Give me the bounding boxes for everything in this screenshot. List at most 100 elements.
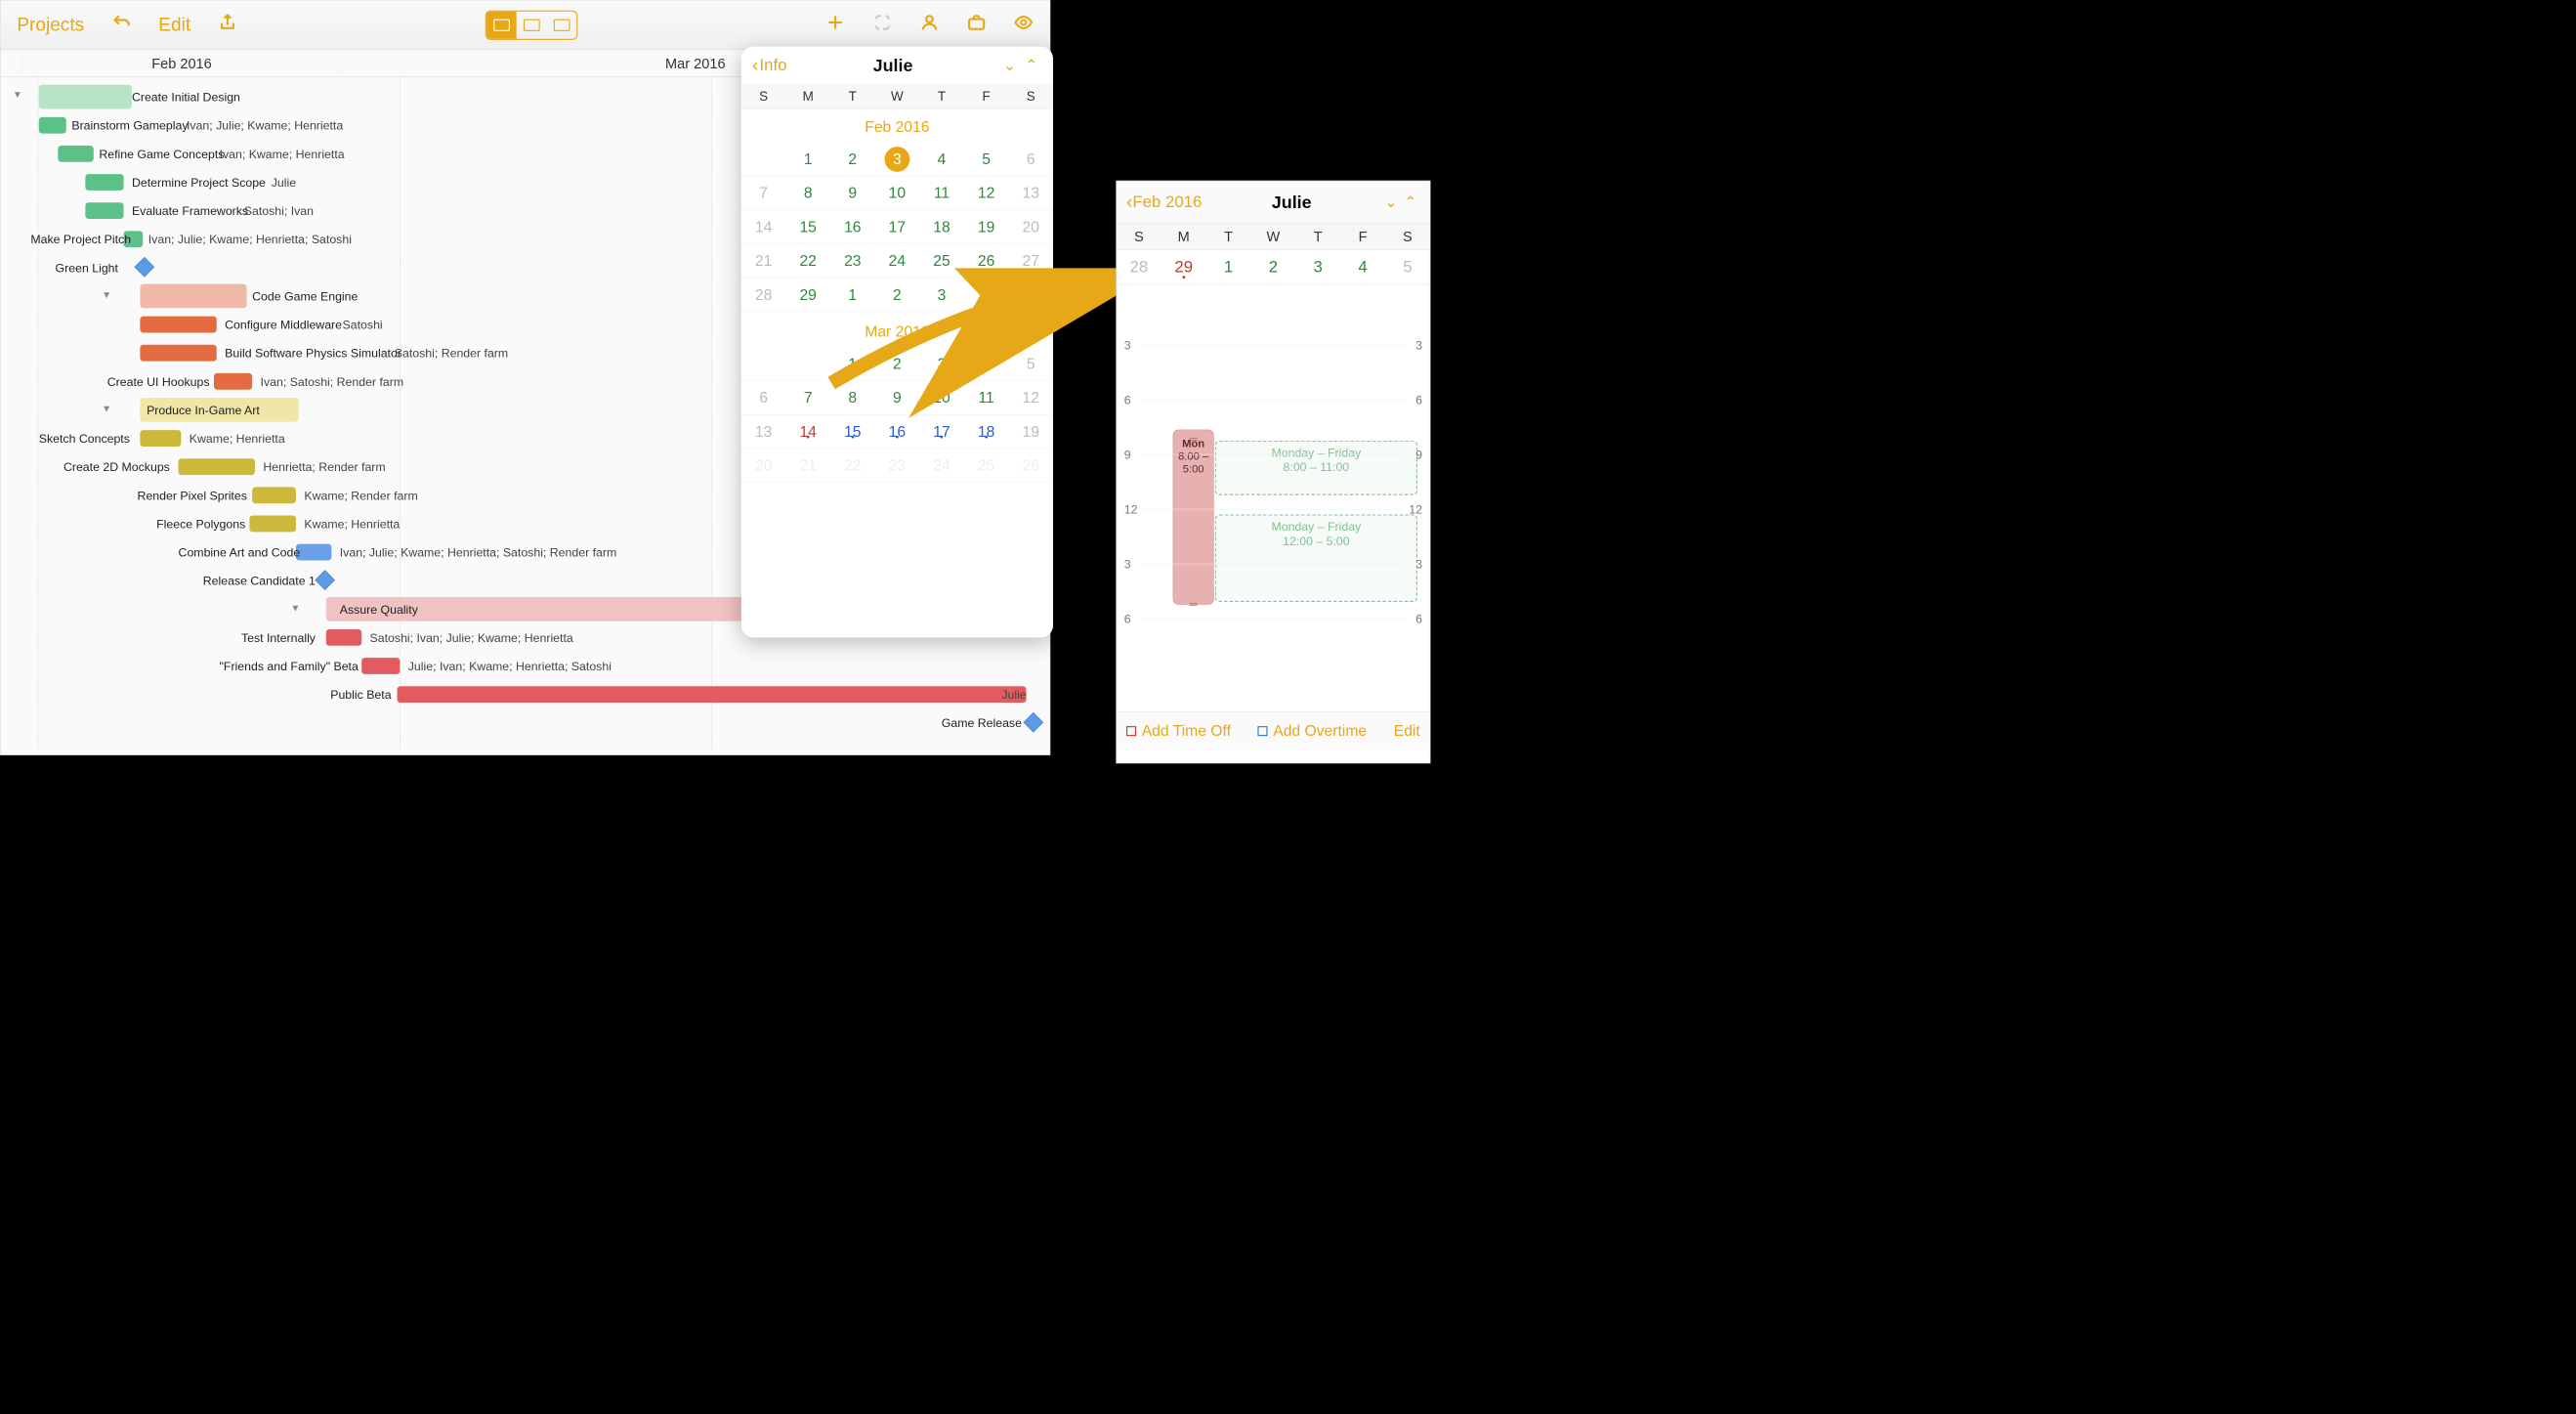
chevron-down-icon[interactable]: ⌄ bbox=[999, 57, 1021, 74]
calendar-day[interactable]: 2 bbox=[875, 286, 920, 304]
calendar-day[interactable]: 3 bbox=[919, 286, 964, 304]
calendar-day[interactable]: 9 bbox=[875, 389, 920, 407]
disclosure-triangle-icon[interactable]: ▼ bbox=[102, 404, 111, 415]
calendar-day[interactable]: 22 bbox=[830, 456, 875, 474]
seg-list[interactable] bbox=[517, 11, 547, 38]
week-day[interactable]: 5 bbox=[1385, 258, 1430, 277]
calendar-day[interactable]: 13 bbox=[741, 423, 786, 441]
calendar-day[interactable]: 26 bbox=[1008, 456, 1053, 474]
projects-button[interactable]: Projects bbox=[17, 15, 84, 36]
calendar-day[interactable]: 12 bbox=[964, 184, 1009, 201]
calendar-day[interactable]: 22 bbox=[785, 252, 830, 270]
calendar-day[interactable]: 4 bbox=[964, 286, 1009, 304]
milestone-diamond-icon[interactable] bbox=[315, 570, 335, 590]
time-off-block[interactable]: ═ Mon 8:00 – 5:00 ═ bbox=[1173, 430, 1214, 605]
calendar-day[interactable]: 3 bbox=[885, 147, 910, 172]
calendar-day[interactable]: 7 bbox=[741, 184, 786, 201]
task-bar[interactable] bbox=[361, 658, 400, 674]
detail-back-button[interactable]: ‹Feb 2016 bbox=[1126, 192, 1202, 213]
calendar-day[interactable]: 17 bbox=[875, 218, 920, 236]
schedule-grid[interactable]: Monday – Friday 8:00 – 11:00 Monday – Fr… bbox=[1117, 284, 1430, 711]
calendar-day[interactable]: 14 bbox=[741, 218, 786, 236]
task-bar[interactable] bbox=[179, 458, 255, 475]
calendar-day[interactable]: 18 bbox=[919, 218, 964, 236]
add-overtime-button[interactable]: Add Overtime bbox=[1258, 722, 1368, 740]
gantt-row[interactable]: "Friends and Family" BetaJulie; Ivan; Kw… bbox=[1, 652, 1050, 680]
calendar-day[interactable]: 17 bbox=[919, 423, 964, 441]
calendar-day[interactable]: 15 bbox=[785, 218, 830, 236]
popover-back-button[interactable]: ‹Info bbox=[752, 55, 786, 76]
week-day[interactable]: 1 bbox=[1206, 258, 1251, 277]
undo-icon[interactable] bbox=[111, 13, 131, 37]
calendar-day[interactable]: 19 bbox=[1008, 423, 1053, 441]
calendar-day[interactable]: 2 bbox=[830, 150, 875, 168]
edit-button[interactable]: Edit bbox=[1394, 722, 1420, 740]
calendar-day[interactable]: 24 bbox=[919, 456, 964, 474]
calendar-day[interactable]: 28 bbox=[741, 286, 786, 304]
calendar-day[interactable]: 1 bbox=[830, 286, 875, 304]
work-shift-block[interactable]: Monday – Friday 8:00 – 11:00 bbox=[1215, 441, 1417, 495]
calendar-day[interactable]: 16 bbox=[830, 218, 875, 236]
calendar-day[interactable]: 5 bbox=[1008, 286, 1053, 304]
view-segmented-control[interactable] bbox=[486, 10, 578, 39]
calendar-day[interactable]: 2 bbox=[875, 355, 920, 372]
calendar-day[interactable]: 13 bbox=[1008, 184, 1053, 201]
calendar-day[interactable]: 20 bbox=[1008, 218, 1053, 236]
calendar-day[interactable]: 5 bbox=[1008, 355, 1053, 372]
seg-gantt[interactable] bbox=[486, 11, 517, 38]
calendar-day[interactable]: 4 bbox=[919, 150, 964, 168]
calendar-day[interactable]: 5 bbox=[964, 150, 1009, 168]
task-bar[interactable] bbox=[249, 516, 296, 533]
calendar-day[interactable]: 3 bbox=[919, 355, 964, 372]
gantt-row[interactable]: Public BetaJulie bbox=[1, 680, 1050, 708]
milestone-diamond-icon[interactable] bbox=[1024, 712, 1044, 733]
calendar-day[interactable]: 27 bbox=[1008, 252, 1053, 270]
week-day[interactable]: 3 bbox=[1295, 258, 1340, 277]
calendar-day[interactable]: 7 bbox=[785, 389, 830, 407]
group-bar[interactable] bbox=[39, 85, 132, 109]
add-time-off-button[interactable]: Add Time Off bbox=[1126, 722, 1231, 740]
calendar-day[interactable]: 6 bbox=[741, 389, 786, 407]
drag-handle-icon[interactable]: ═ bbox=[1173, 599, 1213, 603]
calendar-day[interactable]: 23 bbox=[830, 252, 875, 270]
task-bar[interactable] bbox=[252, 487, 296, 503]
calendar-day[interactable]: 12 bbox=[1008, 389, 1053, 407]
task-bar[interactable] bbox=[326, 629, 361, 646]
calendar-day[interactable]: 9 bbox=[830, 184, 875, 201]
task-bar[interactable] bbox=[85, 174, 123, 191]
calendar-day[interactable]: 1 bbox=[785, 150, 830, 168]
gantt-row[interactable]: Game Release bbox=[1, 708, 1050, 737]
calendar-day[interactable]: 20 bbox=[741, 456, 786, 474]
calendar-day[interactable]: 18 bbox=[964, 423, 1009, 441]
week-dates-row[interactable]: 282912345 bbox=[1117, 250, 1430, 284]
task-bar[interactable] bbox=[214, 373, 252, 390]
week-day[interactable]: 28 bbox=[1117, 258, 1161, 277]
task-bar[interactable] bbox=[39, 117, 66, 134]
calendar-day[interactable]: 14 bbox=[785, 423, 830, 441]
calendar-day[interactable]: 21 bbox=[785, 456, 830, 474]
disclosure-triangle-icon[interactable]: ▼ bbox=[290, 603, 300, 615]
chevron-down-icon[interactable]: ⌄ bbox=[1381, 193, 1401, 211]
seg-resource[interactable] bbox=[547, 11, 577, 38]
calendar-day[interactable]: 24 bbox=[875, 252, 920, 270]
week-day[interactable]: 4 bbox=[1340, 258, 1385, 277]
eye-icon[interactable] bbox=[1014, 13, 1034, 37]
task-bar[interactable] bbox=[140, 345, 216, 362]
disclosure-triangle-icon[interactable]: ▼ bbox=[13, 89, 22, 101]
calendar-day[interactable]: 4 bbox=[964, 355, 1009, 372]
disclosure-triangle-icon[interactable]: ▼ bbox=[102, 289, 111, 301]
share-icon[interactable] bbox=[218, 13, 237, 37]
person-icon[interactable] bbox=[919, 13, 939, 37]
task-bar[interactable] bbox=[296, 544, 331, 561]
work-shift-block[interactable]: Monday – Friday 12:00 – 5:00 bbox=[1215, 514, 1417, 602]
calendar-day[interactable]: 1 bbox=[830, 355, 875, 372]
calendar-day[interactable]: 26 bbox=[964, 252, 1009, 270]
chevron-up-icon[interactable]: ⌃ bbox=[1401, 193, 1420, 211]
calendar-day[interactable]: 8 bbox=[785, 184, 830, 201]
briefcase-icon[interactable] bbox=[967, 13, 987, 37]
calendar-day[interactable]: 23 bbox=[875, 456, 920, 474]
calendar-day[interactable]: 21 bbox=[741, 252, 786, 270]
task-bar[interactable] bbox=[58, 146, 93, 162]
calendar-day[interactable]: 10 bbox=[875, 184, 920, 201]
calendar-day[interactable]: 19 bbox=[964, 218, 1009, 236]
